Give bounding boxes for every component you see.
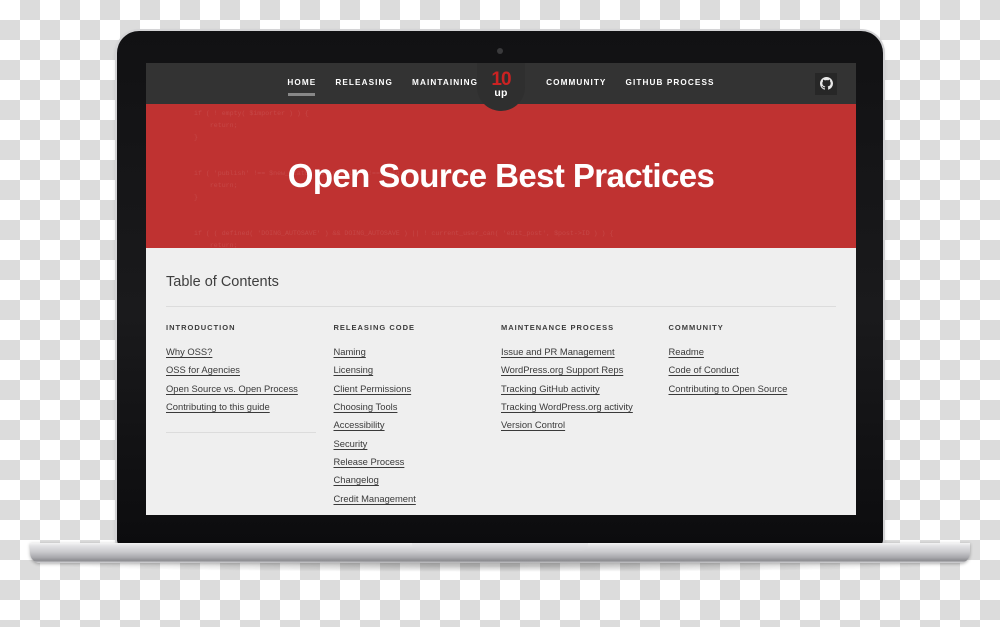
hero-banner: if ( ! empty( $importer ) ) { return; } … <box>146 104 856 248</box>
laptop-mockup: HOME RELEASING MAINTAINING COMMUNITY GIT… <box>0 0 1000 627</box>
navbar-right-group: COMMUNITY GITHUB PROCESS <box>546 78 715 89</box>
toc-link-wordpress-support-reps[interactable]: WordPress.org Support Reps <box>501 361 651 379</box>
toc-column-heading: RELEASING CODE <box>333 323 416 332</box>
toc-link-naming[interactable]: Naming <box>334 343 484 361</box>
browser-screen: HOME RELEASING MAINTAINING COMMUNITY GIT… <box>146 63 856 515</box>
toc-link-tracking-github-activity[interactable]: Tracking GitHub activity <box>501 380 651 398</box>
github-icon[interactable] <box>815 72 837 95</box>
toc-link-tracking-wordpress-activity[interactable]: Tracking WordPress.org activity <box>501 398 651 416</box>
laptop-base-notch <box>412 543 588 551</box>
toc-link-choosing-tools[interactable]: Choosing Tools <box>334 398 484 416</box>
toc-link-release-process[interactable]: Release Process <box>334 453 484 471</box>
toc-link-contributing-to-open-source[interactable]: Contributing to Open Source <box>669 380 819 398</box>
toc-column-heading: COMMUNITY <box>668 323 724 332</box>
laptop-shadow <box>60 560 940 572</box>
toc-link-accessibility[interactable]: Accessibility <box>334 416 484 434</box>
toc-column-introduction: INTRODUCTION Why OSS? OSS for Agencies O… <box>166 323 334 508</box>
toc-link-changelog[interactable]: Changelog <box>334 471 484 489</box>
column-divider <box>166 432 316 434</box>
logo-word: up <box>494 87 508 100</box>
site-logo[interactable]: 10 up <box>477 63 525 111</box>
toc-link-contributing-to-this-guide[interactable]: Contributing to this guide <box>166 398 316 416</box>
toc-link-client-permissions[interactable]: Client Permissions <box>334 380 484 398</box>
toc-column-releasing-code: RELEASING CODE Naming Licensing Client P… <box>334 323 502 508</box>
toc-link-readme[interactable]: Readme <box>669 343 819 361</box>
toc-link-licensing[interactable]: Licensing <box>334 361 484 379</box>
toc-link-why-oss[interactable]: Why OSS? <box>166 343 316 361</box>
toc-column-heading: MAINTENANCE PROCESS <box>501 323 615 332</box>
toc-link-credit-management[interactable]: Credit Management <box>334 490 484 508</box>
nav-item-home[interactable]: HOME <box>287 78 316 96</box>
laptop-lid: HOME RELEASING MAINTAINING COMMUNITY GIT… <box>117 31 883 546</box>
toc-columns: INTRODUCTION Why OSS? OSS for Agencies O… <box>166 323 836 508</box>
webcam-icon <box>497 48 503 54</box>
nav-item-github-process[interactable]: GITHUB PROCESS <box>626 78 715 89</box>
toc-link-code-of-conduct[interactable]: Code of Conduct <box>669 361 819 379</box>
nav-item-maintaining[interactable]: MAINTAINING <box>412 78 478 89</box>
nav-item-community[interactable]: COMMUNITY <box>546 78 606 89</box>
heading-divider <box>166 306 836 307</box>
table-of-contents-heading: Table of Contents <box>166 274 279 290</box>
toc-column-community: COMMUNITY Readme Code of Conduct Contrib… <box>669 323 837 508</box>
site-navbar: HOME RELEASING MAINTAINING COMMUNITY GIT… <box>146 63 856 111</box>
toc-link-oss-for-agencies[interactable]: OSS for Agencies <box>166 361 316 379</box>
toc-column-heading: INTRODUCTION <box>166 323 236 332</box>
toc-link-issue-and-pr-management[interactable]: Issue and PR Management <box>501 343 651 361</box>
toc-link-security[interactable]: Security <box>334 435 484 453</box>
page-content: Table of Contents INTRODUCTION Why OSS? … <box>146 248 856 515</box>
toc-link-version-control[interactable]: Version Control <box>501 416 651 434</box>
navbar-left-group: HOME RELEASING MAINTAINING <box>287 78 478 96</box>
toc-link-open-source-vs-open-process[interactable]: Open Source vs. Open Process <box>166 380 316 398</box>
page-title: Open Source Best Practices <box>287 157 715 194</box>
nav-item-releasing[interactable]: RELEASING <box>335 78 393 89</box>
toc-column-maintenance-process: MAINTENANCE PROCESS Issue and PR Managem… <box>501 323 669 508</box>
